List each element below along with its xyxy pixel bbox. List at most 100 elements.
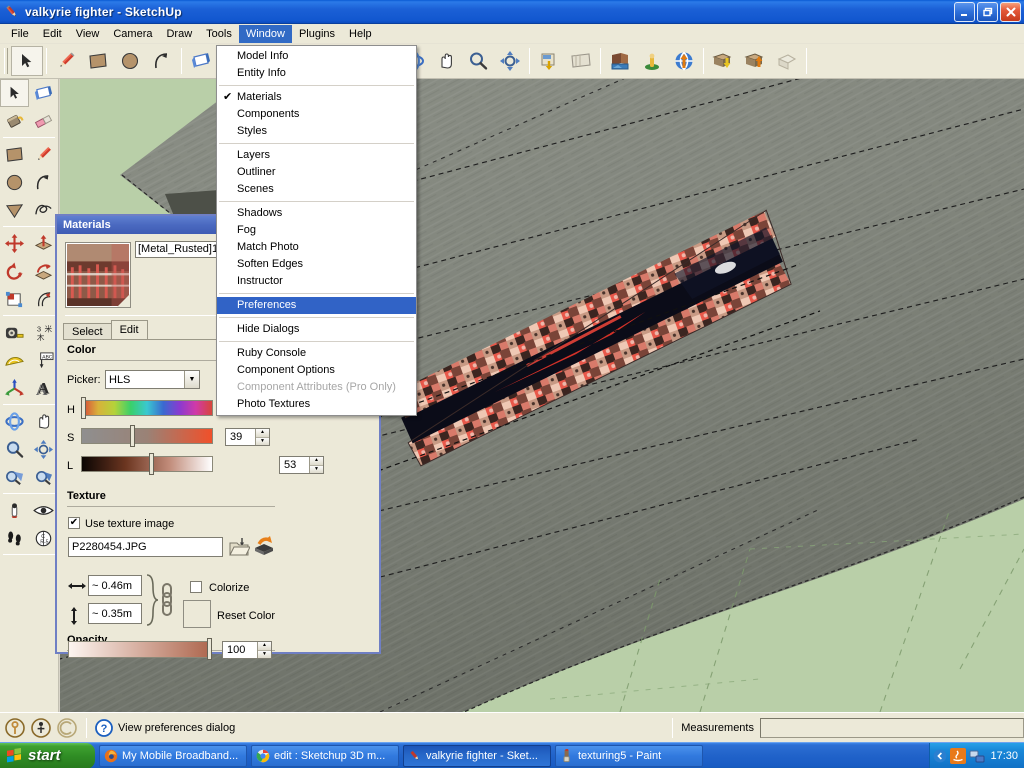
- menu-item-materials[interactable]: ✔ Materials: [217, 89, 416, 106]
- select-arrow-tool-button-left[interactable]: [0, 79, 29, 107]
- minimize-button[interactable]: [954, 2, 975, 22]
- edit-texture-icon[interactable]: [253, 536, 275, 561]
- rectangle-tool-button-left[interactable]: [0, 140, 29, 168]
- menu-camera[interactable]: Camera: [106, 25, 159, 43]
- zoom-tool-button-left[interactable]: [0, 435, 29, 463]
- menu-item-model-info[interactable]: Model Info: [217, 48, 416, 65]
- spinner-buttons[interactable]: ▲ ▼: [309, 457, 323, 473]
- texture-height-field[interactable]: ~ 0.35m: [88, 603, 142, 624]
- menu-item-component-options[interactable]: Component Options: [217, 362, 416, 379]
- menu-item-photo-textures[interactable]: Photo Textures: [217, 396, 416, 413]
- menu-item-match-photo[interactable]: Match Photo: [217, 239, 416, 256]
- section-plane-tool-button-left[interactable]: C R-5: [29, 524, 58, 552]
- text-tool-button-left[interactable]: ABC: [29, 346, 58, 374]
- menu-help[interactable]: Help: [342, 25, 379, 43]
- protractor-tool-button-left[interactable]: [0, 346, 29, 374]
- opacity-spinner[interactable]: 100 ▲ ▼: [222, 641, 272, 659]
- pencil-line-tool-button-left[interactable]: [29, 140, 58, 168]
- tray-chevron-icon[interactable]: [933, 749, 947, 763]
- circle-tool-button[interactable]: [114, 46, 146, 76]
- menu-item-ruby-console[interactable]: Ruby Console: [217, 345, 416, 362]
- java-icon[interactable]: [950, 748, 967, 764]
- offset-tool-button-left[interactable]: [29, 285, 58, 313]
- get-models-tool-button[interactable]: [707, 46, 739, 76]
- axes-tool-button-left[interactable]: [0, 374, 29, 402]
- picker-select[interactable]: HLS ▼: [105, 370, 200, 389]
- opacity-slider-thumb[interactable]: [207, 638, 212, 660]
- menu-item-soften-edges[interactable]: Soften Edges: [217, 256, 416, 273]
- restore-button[interactable]: [977, 2, 998, 22]
- start-button[interactable]: start: [0, 742, 95, 768]
- hue-slider-thumb[interactable]: [81, 397, 86, 419]
- menu-window[interactable]: Window: [238, 24, 292, 43]
- rotate-tool-button-left[interactable]: [0, 257, 29, 285]
- tab-edit[interactable]: Edit: [110, 320, 148, 340]
- saturation-slider-track[interactable]: [81, 428, 213, 444]
- menu-item-shadows[interactable]: Shadows: [217, 205, 416, 222]
- dimension-tool-button-left[interactable]: 3米木: [29, 318, 58, 346]
- move-tool-button-left[interactable]: [0, 229, 29, 257]
- menu-file[interactable]: File: [4, 25, 36, 43]
- texture-width-field[interactable]: ~ 0.46m: [88, 575, 142, 596]
- menu-draw[interactable]: Draw: [159, 25, 199, 43]
- walk-tool-button-left[interactable]: [0, 524, 29, 552]
- saturation-slider-thumb[interactable]: [130, 425, 135, 447]
- freehand-tool-button-left[interactable]: [29, 196, 58, 224]
- make-component-tool-button[interactable]: [185, 46, 217, 76]
- photo-match-tool-button[interactable]: [604, 46, 636, 76]
- spinner-buttons[interactable]: ▲ ▼: [257, 642, 271, 658]
- zoom-tool-button[interactable]: [462, 46, 494, 76]
- menu-item-styles[interactable]: Styles: [217, 123, 416, 140]
- zoom-extents-tool-button[interactable]: [494, 46, 526, 76]
- saturation-spinner[interactable]: 39 ▲ ▼: [225, 428, 270, 446]
- make-component-tool-button-left[interactable]: [29, 79, 58, 107]
- orbit-tool-button-left[interactable]: [0, 407, 29, 435]
- paint-bucket-tool-button-left[interactable]: [0, 107, 29, 135]
- lightness-slider-track[interactable]: [81, 456, 213, 472]
- use-texture-checkbox[interactable]: ✔: [68, 517, 80, 529]
- menu-item-instructor[interactable]: Instructor: [217, 273, 416, 290]
- menu-tools[interactable]: Tools: [199, 25, 239, 43]
- arc-tool-button-left[interactable]: [29, 168, 58, 196]
- zoom-extents-tool-button-left[interactable]: [29, 435, 58, 463]
- opacity-slider-track[interactable]: [68, 641, 208, 658]
- tape-measure-tool-button-left[interactable]: [0, 318, 29, 346]
- taskbar-item-valkyrie-fighter[interactable]: valkyrie fighter - Sket...: [403, 744, 551, 767]
- scale-tool-button-left[interactable]: [0, 285, 29, 313]
- 3d-text-tool-button-left[interactable]: AA: [29, 374, 58, 402]
- eraser-tool-button-left[interactable]: [29, 107, 58, 135]
- pencil-line-tool-button[interactable]: [50, 46, 82, 76]
- menu-item-outliner[interactable]: Outliner: [217, 164, 416, 181]
- geo-location-icon[interactable]: [4, 717, 26, 739]
- menu-item-entity-info[interactable]: Entity Info: [217, 65, 416, 82]
- chain-link-icon[interactable]: [160, 582, 174, 621]
- follow-me-tool-button-left[interactable]: [29, 257, 58, 285]
- select-arrow-tool-button[interactable]: [11, 46, 43, 76]
- close-button[interactable]: [1000, 2, 1021, 22]
- arc-tool-button[interactable]: [146, 46, 178, 76]
- menu-item-preferences[interactable]: Preferences: [217, 297, 416, 314]
- tab-select[interactable]: Select: [63, 323, 112, 340]
- circle-tool-button-left[interactable]: [0, 168, 29, 196]
- person-icon[interactable]: [30, 717, 52, 739]
- menu-view[interactable]: View: [69, 25, 107, 43]
- pan-tool-button-left[interactable]: [29, 407, 58, 435]
- network-icon[interactable]: [969, 748, 985, 764]
- question-mark-icon[interactable]: ?: [95, 718, 113, 737]
- folder-browse-icon[interactable]: [228, 536, 251, 561]
- texture-file-field[interactable]: P2280454.JPG: [68, 537, 223, 557]
- upload-model-tool-button[interactable]: [739, 46, 771, 76]
- menu-edit[interactable]: Edit: [36, 25, 69, 43]
- reset-color-swatch[interactable]: [183, 600, 211, 628]
- zoom-window-tool-button-left[interactable]: [0, 463, 29, 491]
- taskbar-item-my-mobile-broadband[interactable]: My Mobile Broadband...: [99, 744, 247, 767]
- rectangle-tool-button[interactable]: [82, 46, 114, 76]
- polygon-tool-button-left[interactable]: [0, 196, 29, 224]
- print-tool-button[interactable]: [533, 46, 565, 76]
- taskbar-item-texturing5-paint[interactable]: texturing5 - Paint: [555, 744, 703, 767]
- push-pull-tool-button-left[interactable]: [29, 229, 58, 257]
- material-preview-swatch[interactable]: [65, 242, 131, 308]
- measurements-input[interactable]: [760, 717, 1024, 738]
- menu-item-layers[interactable]: Layers: [217, 147, 416, 164]
- toolbar-grip[interactable]: [4, 48, 8, 74]
